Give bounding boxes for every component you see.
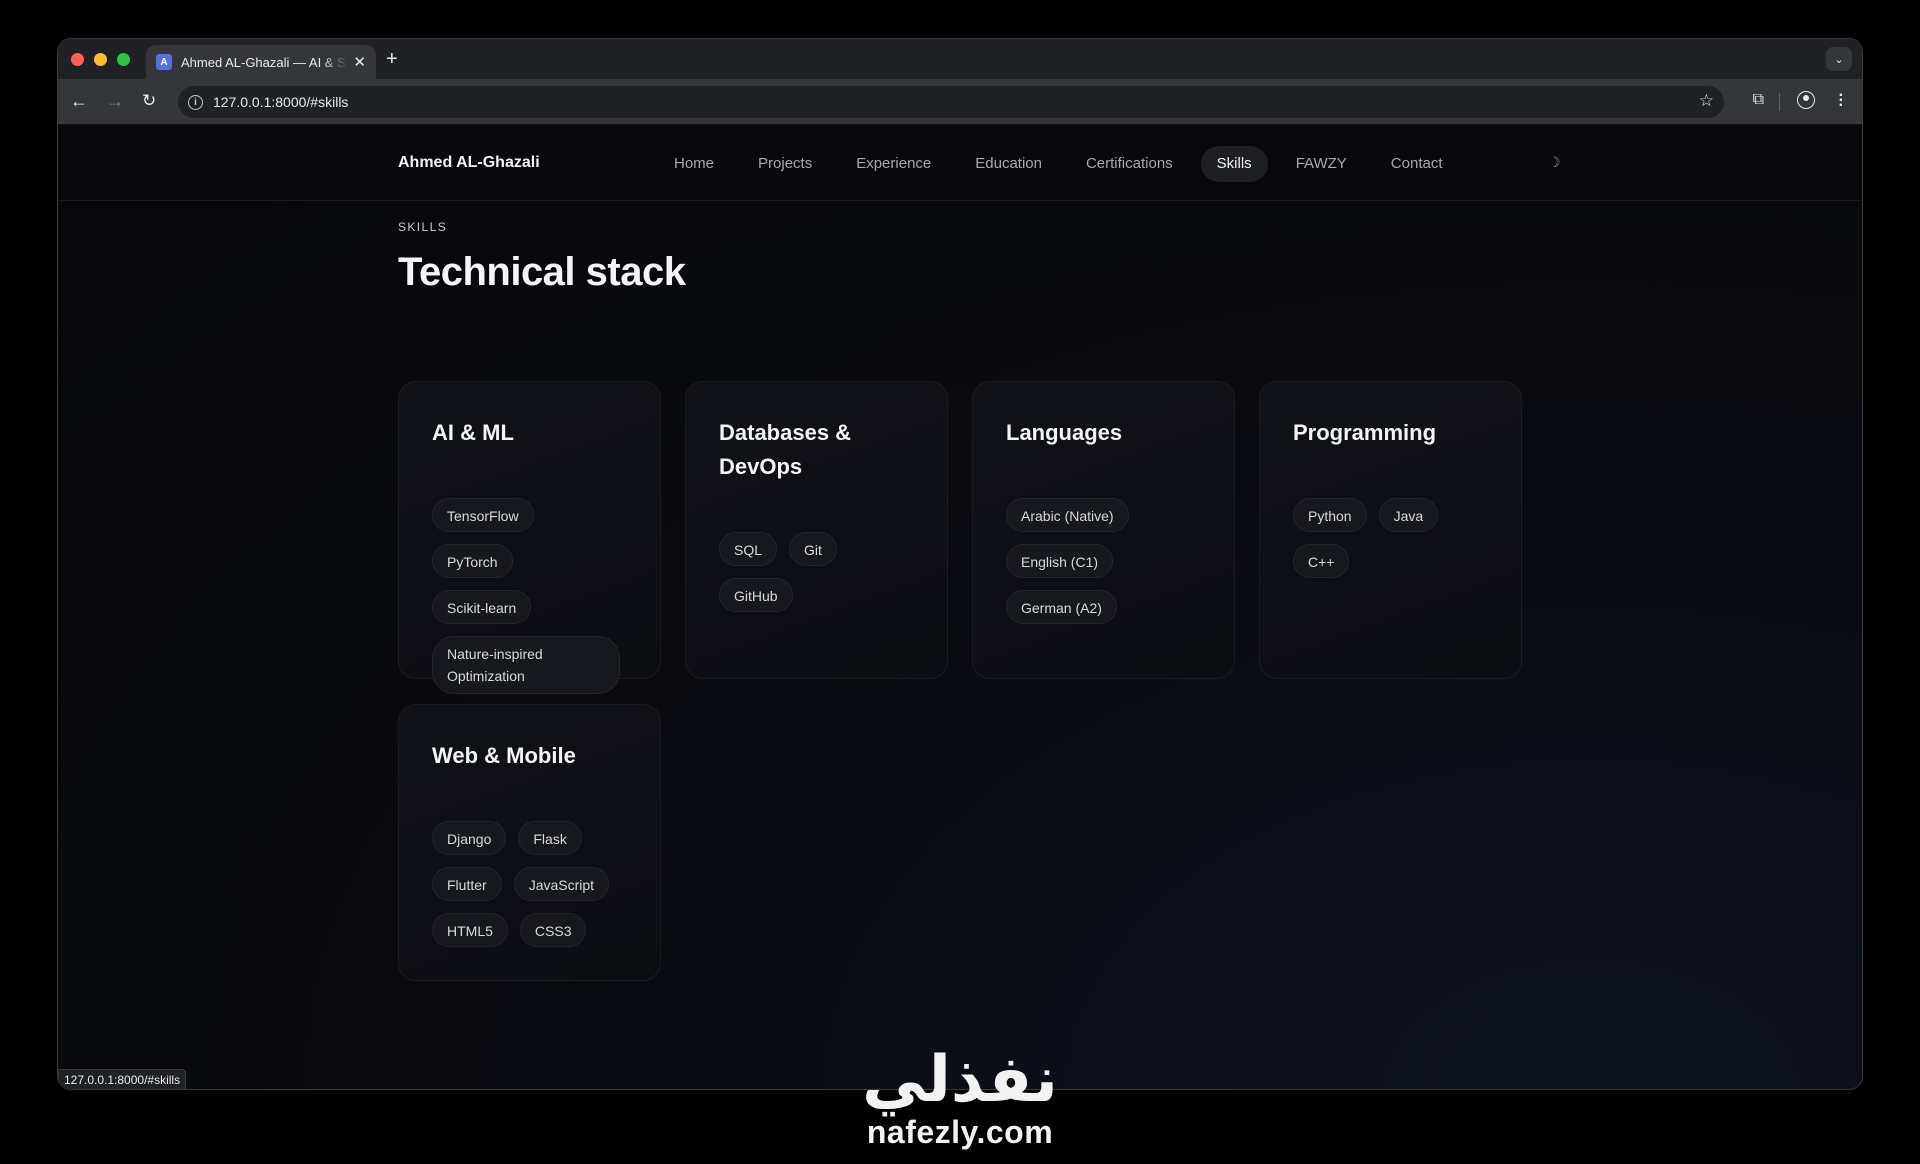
skill-chip[interactable]: PyTorch bbox=[432, 544, 513, 578]
nav-link-education[interactable]: Education bbox=[959, 146, 1058, 182]
chip-list: Arabic (Native) English (C1) German (A2) bbox=[1006, 498, 1206, 636]
skill-chip[interactable]: Flutter bbox=[432, 867, 502, 901]
nav-link-skills[interactable]: Skills bbox=[1200, 146, 1268, 182]
skill-chip[interactable]: German (A2) bbox=[1006, 590, 1117, 624]
browser-toolbar: ← → ↻ i 127.0.0.1:8000/#skills ☆ ⧉ · · · bbox=[58, 79, 1862, 125]
status-bar-url: 127.0.0.1:8000/#skills bbox=[58, 1069, 187, 1089]
site-brand[interactable]: Ahmed AL-Ghazali bbox=[398, 154, 540, 172]
nav-link-home[interactable]: Home bbox=[658, 146, 730, 182]
skill-chip[interactable]: Arabic (Native) bbox=[1006, 498, 1129, 532]
maximize-window-button[interactable] bbox=[117, 53, 130, 66]
reload-icon[interactable]: ↻ bbox=[142, 91, 156, 111]
tab-title: Ahmed AL-Ghazali — AI & Software Enginee… bbox=[181, 54, 347, 70]
theme-toggle-moon-icon[interactable]: ☽ bbox=[1548, 154, 1561, 171]
skill-chip[interactable]: Git bbox=[789, 532, 837, 566]
favicon-icon: A bbox=[156, 54, 172, 70]
skill-chip[interactable]: SQL bbox=[719, 532, 778, 566]
skill-chip[interactable]: Nature-inspired Optimization bbox=[432, 636, 620, 694]
back-arrow-icon[interactable]: ← bbox=[70, 91, 88, 111]
info-icon[interactable]: i bbox=[188, 94, 203, 110]
forward-arrow-icon[interactable]: → bbox=[106, 91, 124, 111]
star-icon[interactable]: ☆ bbox=[1699, 91, 1714, 111]
nav-links: Home Projects Experience Education Certi… bbox=[658, 146, 1471, 182]
card-title: Languages bbox=[1006, 420, 1123, 445]
skill-chip[interactable]: Scikit-learn bbox=[432, 590, 532, 624]
address-bar[interactable]: i 127.0.0.1:8000/#skills ☆ bbox=[178, 86, 1724, 118]
site-navbar: Ahmed AL-Ghazali Home Projects Experienc… bbox=[58, 126, 1862, 201]
skill-chip[interactable]: Python bbox=[1293, 498, 1367, 532]
skill-card-languages: Languages Arabic (Native) English (C1) G… bbox=[972, 381, 1235, 679]
toolbar-divider bbox=[1779, 93, 1780, 111]
nav-link-contact[interactable]: Contact bbox=[1375, 146, 1459, 182]
skill-chip[interactable]: C++ bbox=[1293, 544, 1350, 578]
chip-list: TensorFlow PyTorch Scikit-learn Nature-i… bbox=[432, 498, 632, 706]
skill-chip[interactable]: GitHub bbox=[719, 578, 793, 612]
watermark-latin: nafezly.com bbox=[866, 1114, 1054, 1150]
new-tab-button[interactable]: + bbox=[386, 48, 398, 70]
card-title: Databases & DevOps bbox=[719, 420, 852, 479]
skill-card-ai-ml: AI & ML TensorFlow PyTorch Scikit-learn … bbox=[398, 381, 661, 694]
chip-list: Django Flask Flutter JavaScript HTML5 CS… bbox=[432, 821, 632, 959]
skill-chip[interactable]: TensorFlow bbox=[432, 498, 534, 532]
profile-icon[interactable] bbox=[1797, 91, 1815, 109]
menu-icon[interactable]: · · · bbox=[1839, 88, 1844, 114]
watermark-logo: نفذلي nafezly.com bbox=[840, 1045, 1080, 1149]
chip-list: SQL Git GitHub bbox=[719, 532, 919, 624]
card-title: AI & ML bbox=[432, 420, 514, 445]
chip-list: Python Java C++ bbox=[1293, 498, 1493, 590]
card-title: Programming bbox=[1293, 420, 1437, 445]
minimize-window-button[interactable] bbox=[94, 53, 107, 66]
skill-chip[interactable]: HTML5 bbox=[432, 913, 508, 947]
tab-search-icon[interactable]: ⌄ bbox=[1826, 47, 1852, 71]
extensions-icon[interactable]: ⧉ bbox=[1753, 91, 1764, 109]
skill-chip[interactable]: Django bbox=[432, 821, 507, 855]
watermark-arabic: نفذلي bbox=[862, 1043, 1058, 1117]
nav-link-experience[interactable]: Experience bbox=[840, 146, 947, 182]
nav-link-fawzy[interactable]: FAWZY bbox=[1280, 146, 1363, 182]
section-eyebrow: SKILLS bbox=[398, 220, 448, 234]
browser-window: A Ahmed AL-Ghazali — AI & Software Engin… bbox=[57, 38, 1863, 1090]
skill-chip[interactable]: English (C1) bbox=[1006, 544, 1114, 578]
skill-card-programming: Programming Python Java C++ bbox=[1259, 381, 1522, 679]
card-title: Web & Mobile bbox=[432, 743, 576, 768]
nav-link-certifications[interactable]: Certifications bbox=[1070, 146, 1189, 182]
skill-chip[interactable]: JavaScript bbox=[513, 867, 610, 901]
page-title: Technical stack bbox=[398, 250, 686, 294]
skill-chip[interactable]: Java bbox=[1378, 498, 1439, 532]
url-text[interactable]: 127.0.0.1:8000/#skills bbox=[213, 94, 348, 110]
skill-chip[interactable]: Flask bbox=[518, 821, 582, 855]
skill-card-web-mobile: Web & Mobile Django Flask Flutter JavaSc… bbox=[398, 704, 661, 981]
browser-tab[interactable]: A Ahmed AL-Ghazali — AI & Software Engin… bbox=[146, 45, 376, 79]
nav-link-projects[interactable]: Projects bbox=[742, 146, 828, 182]
skill-card-databases-devops: Databases & DevOps SQL Git GitHub bbox=[685, 381, 948, 679]
page-viewport: Ahmed AL-Ghazali Home Projects Experienc… bbox=[58, 126, 1862, 1089]
close-window-button[interactable] bbox=[71, 53, 84, 66]
skill-chip[interactable]: CSS3 bbox=[519, 913, 587, 947]
close-tab-icon[interactable]: ✕ bbox=[353, 53, 366, 71]
tab-strip: A Ahmed AL-Ghazali — AI & Software Engin… bbox=[58, 39, 1862, 79]
